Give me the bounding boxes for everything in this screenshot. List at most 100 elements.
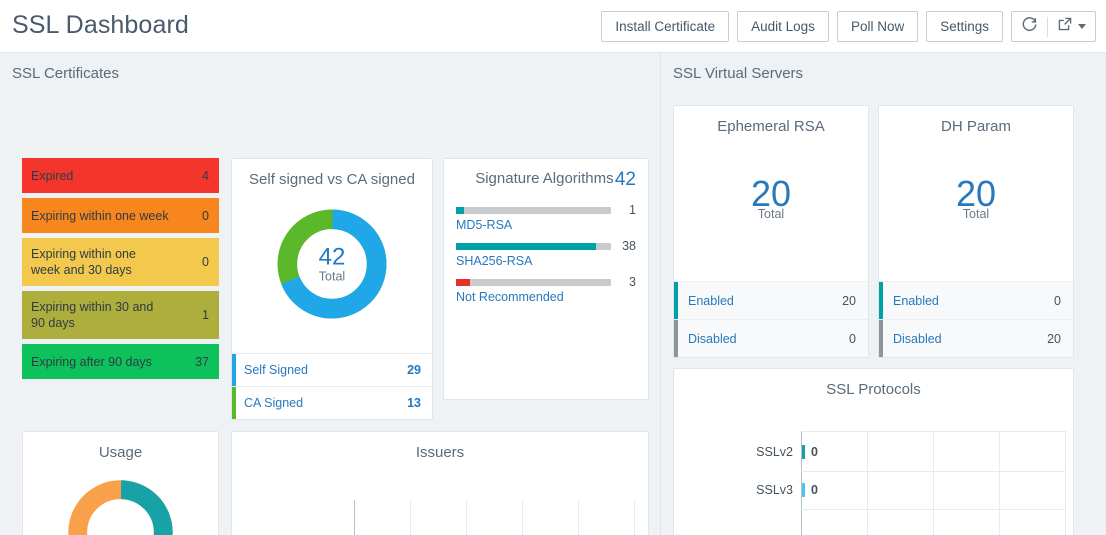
cert-status-value: 1	[202, 308, 209, 322]
row-color-swatch	[879, 320, 883, 357]
row-color-swatch	[674, 282, 678, 319]
legend-value: 13	[407, 396, 421, 410]
ssl-protocols-row-divider	[801, 509, 1066, 510]
chevron-down-icon	[1078, 24, 1086, 29]
dh-param-enabled-row[interactable]: Enabled 0	[879, 281, 1073, 319]
issuers-title: Issuers	[415, 444, 465, 461]
ssl-protocols-row-divider	[801, 471, 1066, 472]
settings-button[interactable]: Settings	[926, 11, 1003, 42]
signature-algorithm-track	[456, 207, 611, 214]
dh-param-rows: Enabled 0 Disabled 20	[879, 281, 1073, 357]
row-value: 0	[849, 331, 856, 346]
row-color-swatch	[674, 320, 678, 357]
top-bar: SSL Dashboard Install Certificate Audit …	[0, 0, 1106, 53]
page-title: SSL Dashboard	[12, 11, 189, 39]
self-vs-ca-donut[interactable]: 42 Total	[232, 205, 432, 323]
usage-donut[interactable]: 42 Total	[23, 476, 218, 535]
ephemeral-rsa-total: 20	[750, 173, 792, 214]
row-value: 20	[1047, 331, 1061, 346]
row-color-swatch	[879, 282, 883, 319]
cert-status-expiring-one-week[interactable]: Expiring within one week 0	[22, 198, 219, 233]
usage-title: Usage	[98, 444, 143, 461]
signature-algorithm-label[interactable]: Not Recommended	[456, 290, 636, 304]
dh-param-total-label: Total	[962, 207, 990, 221]
refresh-icon	[1021, 16, 1038, 38]
signature-algorithm-label[interactable]: MD5-RSA	[456, 218, 636, 232]
ssl-certificates-panel: SSL Certificates Expired 4 Expiring with…	[0, 53, 660, 535]
install-certificate-button[interactable]: Install Certificate	[601, 11, 730, 42]
legend-row-self-signed[interactable]: Self Signed 29	[232, 353, 432, 386]
row-label: Disabled	[688, 331, 737, 346]
cert-status-expired[interactable]: Expired 4	[22, 158, 219, 193]
ssl-protocols-gridline	[867, 431, 868, 535]
signature-algorithm-fill	[456, 279, 470, 286]
cert-status-label: Expiring after 90 days	[31, 354, 152, 369]
cert-status-value: 37	[195, 354, 209, 369]
issuers-gridline	[466, 500, 467, 535]
ssl-protocols-bar-value: 0	[811, 483, 818, 497]
legend-row-ca-signed[interactable]: CA Signed 13	[232, 386, 432, 419]
icon-button-group	[1011, 11, 1096, 42]
signature-algorithms-card: Signature Algorithms 42 1 MD5-RSA 38 SHA…	[443, 158, 649, 400]
issuers-card: Issuers Not Recommended 42	[231, 431, 649, 535]
cert-status-value: 0	[202, 208, 209, 223]
issuers-gridline	[522, 500, 523, 535]
signature-algorithm-label[interactable]: SHA256-RSA	[456, 254, 636, 268]
dh-param-total: 20	[955, 173, 997, 214]
refresh-button[interactable]	[1012, 12, 1047, 41]
cert-status-expiring-after-90days[interactable]: Expiring after 90 days 37	[22, 344, 219, 379]
dh-param-card: DH Param 20 Total Enabled 0 Disabled 20	[878, 105, 1074, 358]
self-vs-ca-donut-center: 42 Total	[232, 245, 432, 284]
signature-algorithm-count: 1	[629, 203, 636, 217]
ssl-certificates-title: SSL Certificates	[12, 65, 119, 82]
issuers-chart[interactable]: Not Recommended 42	[354, 500, 636, 535]
signature-algorithm-item-sha256-rsa[interactable]: 38 SHA256-RSA	[444, 239, 648, 268]
signature-algorithms-header: Signature Algorithms 42	[444, 159, 648, 191]
dh-param-title: DH Param	[940, 118, 1011, 135]
ssl-virtual-servers-title: SSL Virtual Servers	[673, 65, 804, 82]
signature-algorithm-item-not-recommended[interactable]: 3 Not Recommended	[444, 275, 648, 304]
ephemeral-rsa-enabled-row[interactable]: Enabled 20	[674, 281, 868, 319]
ephemeral-rsa-total-label: Total	[757, 207, 785, 221]
cert-status-expiring-30-90days[interactable]: Expiring within 30 and 90 days 1	[22, 291, 219, 339]
dh-param-total-block: 20 Total	[879, 173, 1073, 222]
ssl-protocols-bar-sslv2[interactable]	[802, 445, 805, 459]
legend-color-swatch	[232, 354, 236, 386]
legend-value: 29	[407, 363, 421, 377]
signature-algorithm-fill	[456, 207, 464, 214]
usage-card: Usage 42 Total	[22, 431, 219, 535]
signature-algorithm-track	[456, 279, 611, 286]
row-label: Enabled	[688, 293, 734, 308]
cert-status-label: Expired	[31, 168, 74, 183]
signature-algorithm-item-md5-rsa[interactable]: 1 MD5-RSA	[444, 203, 648, 232]
audit-logs-button[interactable]: Audit Logs	[737, 11, 829, 42]
legend-label: CA Signed	[244, 396, 304, 410]
legend-label: Self Signed	[244, 363, 308, 377]
ssl-dashboard-app: SSL Dashboard Install Certificate Audit …	[0, 0, 1106, 535]
cert-status-label: Expiring within one week and 30 days	[31, 247, 136, 277]
ephemeral-rsa-card: Ephemeral RSA 20 Total Enabled 20 Disabl…	[673, 105, 869, 358]
ssl-virtual-servers-panel: SSL Virtual Servers Ephemeral RSA 20 Tot…	[661, 53, 1106, 535]
issuers-y-axis	[354, 500, 355, 535]
ephemeral-rsa-total-block: 20 Total	[674, 173, 868, 222]
row-label: Enabled	[893, 293, 939, 308]
export-icon	[1057, 16, 1073, 37]
ssl-protocols-bar-sslv3[interactable]	[802, 483, 805, 497]
ssl-protocols-chart[interactable]: SSLv2 0 SSLv3 0	[756, 431, 1066, 535]
row-label: Disabled	[893, 331, 942, 346]
cert-status-label: Expiring within 30 and 90 days	[31, 300, 154, 330]
self-vs-ca-total: 42	[318, 243, 346, 271]
ssl-protocols-card: SSL Protocols SSLv2 0 SSLv3 0	[673, 368, 1074, 535]
cert-status-expiring-week-30days[interactable]: Expiring within one week and 30 days 0	[22, 238, 219, 286]
issuers-gridline	[578, 500, 579, 535]
ephemeral-rsa-disabled-row[interactable]: Disabled 0	[674, 319, 868, 357]
ssl-protocols-row-divider	[801, 431, 1066, 432]
poll-now-button[interactable]: Poll Now	[836, 11, 919, 42]
row-value: 0	[1054, 293, 1061, 308]
signature-algorithms-total: 42	[614, 169, 636, 190]
cert-status-value: 4	[202, 168, 209, 183]
row-value: 20	[842, 293, 856, 308]
export-button[interactable]	[1048, 12, 1095, 41]
ssl-protocols-gridline	[999, 431, 1000, 535]
dh-param-disabled-row[interactable]: Disabled 20	[879, 319, 1073, 357]
